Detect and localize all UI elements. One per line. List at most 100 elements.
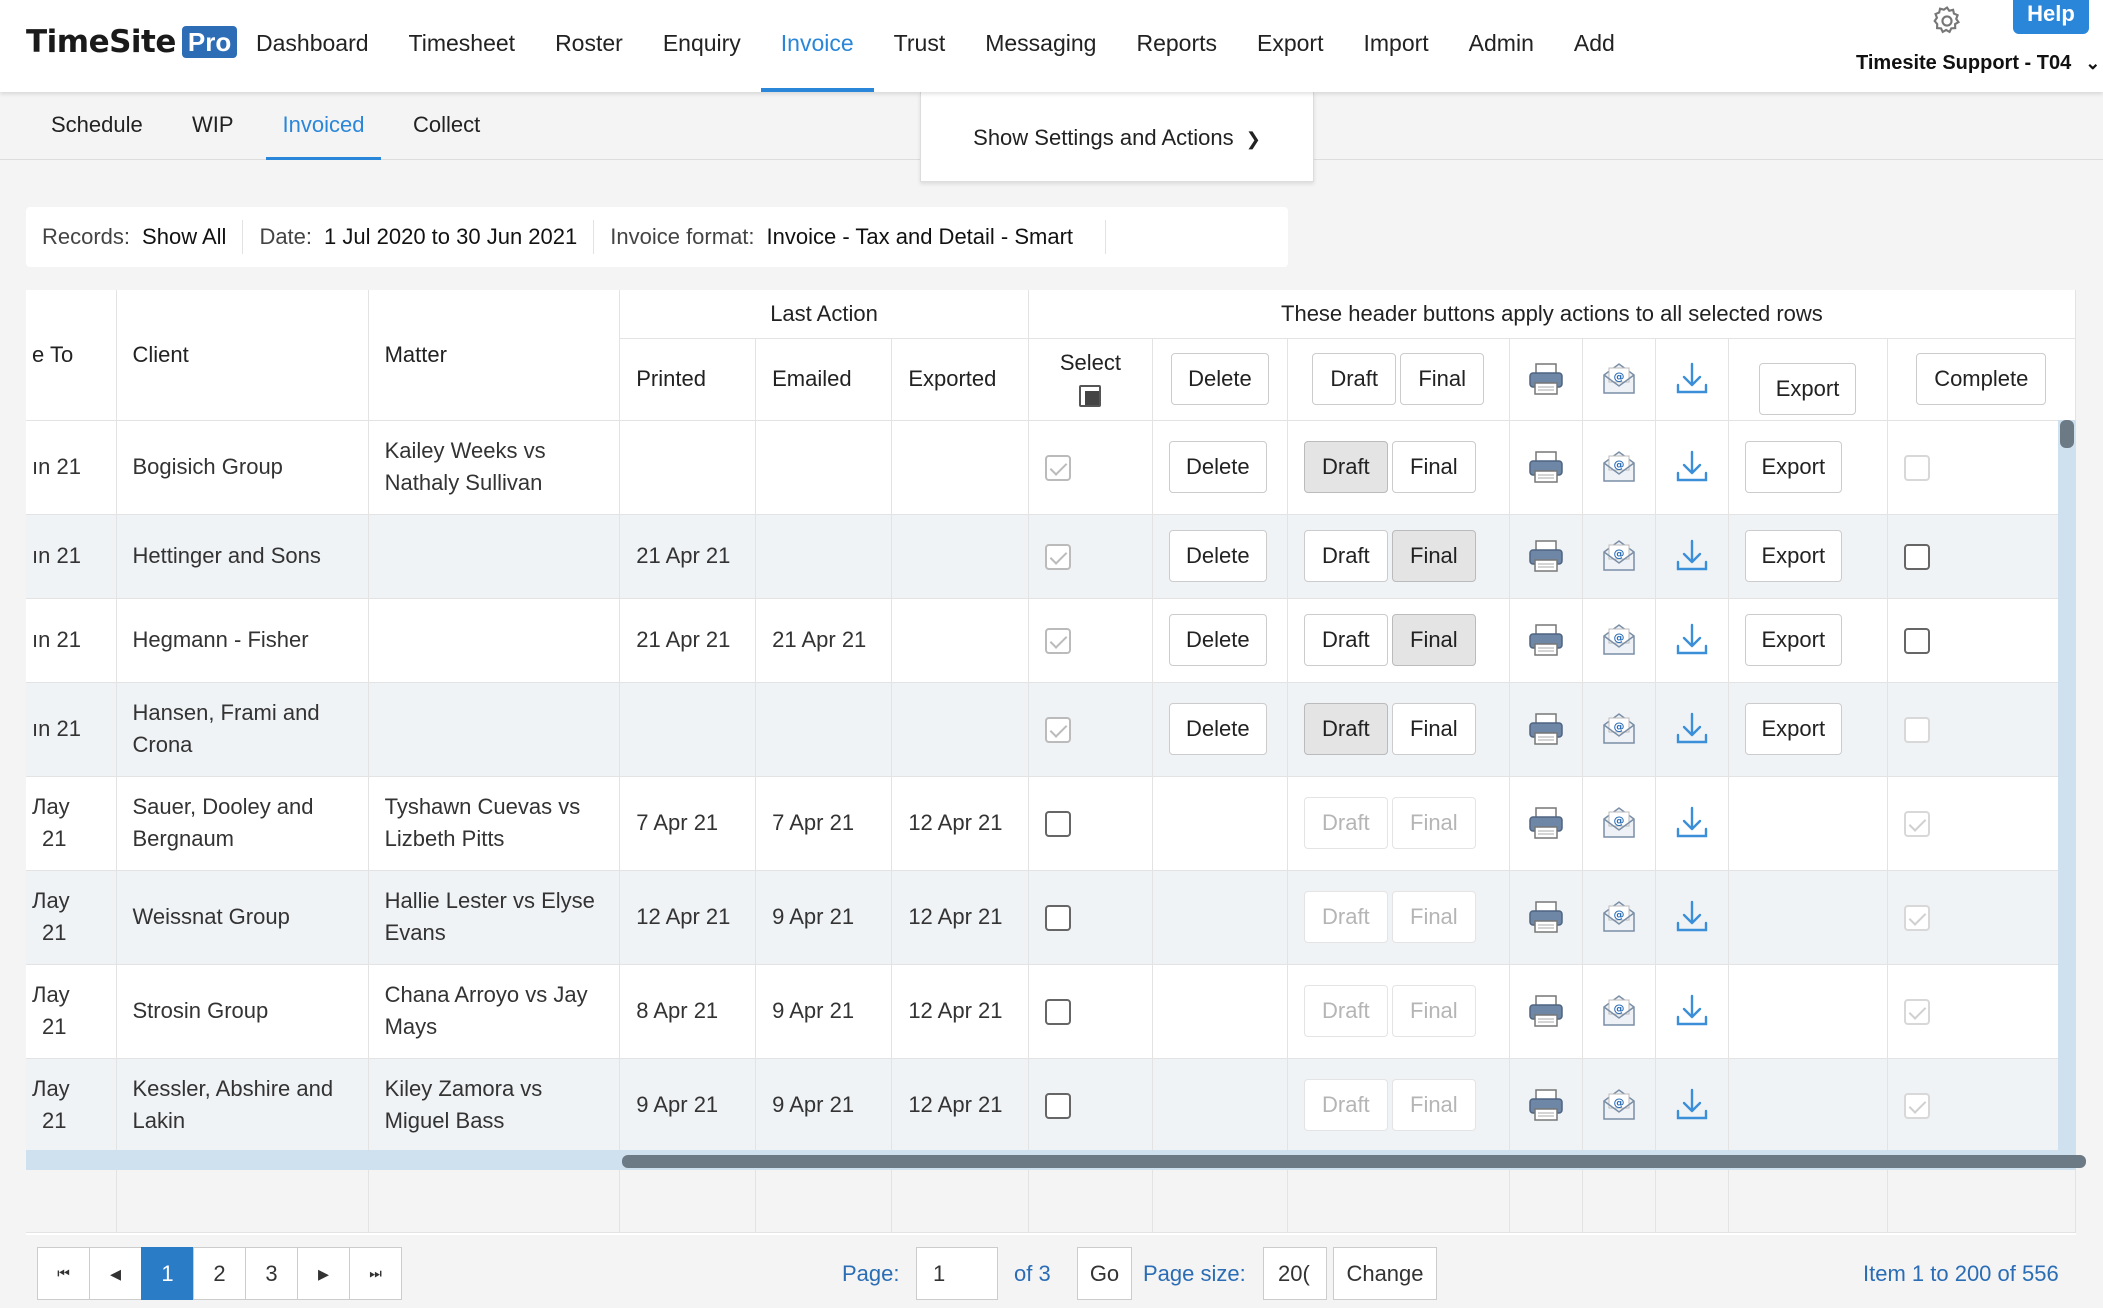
final-button[interactable]: Final — [1391, 614, 1476, 666]
gear-icon[interactable] — [1930, 4, 1964, 38]
page-button-2[interactable]: 2 — [193, 1247, 246, 1300]
row-select-checkbox[interactable] — [1044, 999, 1071, 1026]
nav-trust[interactable]: Trust — [874, 0, 966, 92]
draft-button[interactable]: Draft — [1303, 985, 1388, 1037]
nav-timesheet[interactable]: Timesheet — [389, 0, 536, 92]
col-exported[interactable]: Exported — [891, 338, 1029, 421]
download-icon[interactable] — [1672, 1088, 1712, 1120]
header-delete-button[interactable]: Delete — [1171, 353, 1269, 405]
horizontal-scrollbar[interactable] — [26, 1150, 2086, 1170]
delete-button[interactable]: Delete — [1169, 703, 1267, 755]
export-button[interactable]: Export — [1744, 530, 1843, 582]
row-select-checkbox[interactable] — [1044, 544, 1071, 571]
row-select-checkbox[interactable] — [1044, 628, 1071, 655]
final-button[interactable]: Final — [1391, 797, 1476, 849]
col-client[interactable]: Client — [116, 290, 369, 421]
table-row[interactable]: ın 21 Hegmann - Fisher 21 Apr 21 21 Apr 21 D… — [26, 598, 2076, 683]
email-icon[interactable]: @ — [1599, 624, 1639, 655]
download-icon[interactable] — [1672, 994, 1712, 1026]
download-icon[interactable] — [1672, 712, 1712, 744]
nav-dashboard[interactable]: Dashboard — [236, 0, 389, 92]
printer-icon[interactable] — [1526, 1089, 1566, 1121]
header-export-button[interactable]: Export — [1758, 363, 1857, 415]
last-page-button[interactable]: ⏭ — [349, 1247, 402, 1300]
printer-icon[interactable] — [1526, 807, 1566, 839]
complete-checkbox[interactable] — [1903, 999, 1930, 1026]
email-icon[interactable]: @ — [1599, 995, 1639, 1026]
tab-collect[interactable]: Collect — [413, 92, 480, 160]
final-button[interactable]: Final — [1391, 530, 1476, 582]
col-matter[interactable]: Matter — [368, 290, 621, 421]
delete-button[interactable]: Delete — [1169, 530, 1267, 582]
date-filter[interactable]: Date: 1 Jul 2020 to 30 Jun 2021 — [243, 220, 595, 254]
horizontal-scroll-thumb[interactable] — [622, 1155, 2086, 1168]
row-select-checkbox[interactable] — [1044, 455, 1071, 482]
header-draft-button[interactable]: Draft — [1312, 353, 1397, 405]
draft-button[interactable]: Draft — [1303, 1079, 1388, 1131]
records-filter[interactable]: Records: Show All — [26, 220, 244, 254]
complete-checkbox[interactable] — [1903, 905, 1930, 932]
email-icon[interactable]: @ — [1599, 540, 1639, 571]
printer-icon[interactable] — [1526, 995, 1566, 1027]
draft-button[interactable]: Draft — [1303, 441, 1388, 493]
col-printed[interactable]: Printed — [619, 338, 757, 421]
printer-icon[interactable] — [1526, 540, 1566, 572]
col-date-to[interactable]: e To — [26, 290, 117, 421]
header-final-button[interactable]: Final — [1400, 353, 1485, 405]
nav-export[interactable]: Export — [1237, 0, 1343, 92]
delete-button[interactable]: Delete — [1169, 614, 1267, 666]
nav-admin[interactable]: Admin — [1449, 0, 1554, 92]
email-icon[interactable]: @ — [1599, 901, 1639, 932]
user-menu[interactable]: Timesite Support - T04 ⌄ — [1856, 52, 2100, 75]
tab-wip[interactable]: WIP — [192, 92, 234, 160]
nav-import[interactable]: Import — [1343, 0, 1448, 92]
email-icon[interactable]: @ — [1599, 451, 1639, 482]
final-button[interactable]: Final — [1391, 441, 1476, 493]
first-page-button[interactable]: ⏮ — [37, 1247, 90, 1300]
row-select-checkbox[interactable] — [1044, 905, 1071, 932]
delete-button[interactable]: Delete — [1169, 441, 1267, 493]
nav-invoice[interactable]: Invoice — [760, 0, 874, 92]
complete-checkbox[interactable] — [1903, 628, 1930, 655]
tab-schedule[interactable]: Schedule — [51, 92, 143, 160]
nav-add[interactable]: Add — [1554, 0, 1635, 92]
nav-reports[interactable]: Reports — [1116, 0, 1237, 92]
table-row[interactable]: Лay 21 Kessler, Abshire and Lakin Kiley Za… — [26, 1058, 2076, 1153]
complete-checkbox[interactable] — [1903, 717, 1930, 744]
final-button[interactable]: Final — [1391, 985, 1476, 1037]
printer-icon[interactable] — [1526, 901, 1566, 933]
download-icon[interactable] — [1672, 623, 1712, 655]
export-button[interactable]: Export — [1744, 441, 1843, 493]
vertical-scroll-thumb[interactable] — [2060, 420, 2074, 448]
row-select-checkbox[interactable] — [1044, 811, 1071, 838]
col-emailed[interactable]: Emailed — [755, 338, 893, 421]
export-button[interactable]: Export — [1744, 614, 1843, 666]
select-all-checkbox[interactable] — [1079, 385, 1102, 408]
printer-icon[interactable] — [1526, 451, 1566, 483]
page-size-input[interactable]: 20( — [1263, 1247, 1327, 1300]
app-logo[interactable]: TimeSite Pro — [26, 24, 238, 60]
nav-messaging[interactable]: Messaging — [965, 0, 1116, 92]
go-button[interactable]: Go — [1077, 1247, 1132, 1300]
complete-checkbox[interactable] — [1903, 455, 1930, 482]
table-row[interactable]: Лay 21 Weissnat Group Hallie Lester vs Ely… — [26, 870, 2076, 965]
final-button[interactable]: Final — [1391, 1079, 1476, 1131]
header-print-icon[interactable] — [1526, 363, 1566, 395]
prev-page-button[interactable]: ◂ — [89, 1247, 142, 1300]
printer-icon[interactable] — [1526, 713, 1566, 745]
invoice-format-filter[interactable]: Invoice format: Invoice - Tax and Detail … — [594, 220, 1107, 254]
page-button-3[interactable]: 3 — [245, 1247, 298, 1300]
nav-roster[interactable]: Roster — [535, 0, 643, 92]
download-icon[interactable] — [1672, 806, 1712, 838]
draft-button[interactable]: Draft — [1303, 703, 1388, 755]
table-row[interactable]: Лay 21 Sauer, Dooley and Bergnaum Tyshawn … — [26, 776, 2076, 871]
tab-invoiced[interactable]: Invoiced — [266, 92, 381, 160]
page-input[interactable]: 1 — [916, 1247, 998, 1300]
final-button[interactable]: Final — [1391, 891, 1476, 943]
header-download-icon[interactable] — [1672, 362, 1712, 394]
table-row[interactable]: ın 21 Hettinger and Sons 21 Apr 21 Delete Dr… — [26, 514, 2076, 599]
email-icon[interactable]: @ — [1599, 1089, 1639, 1120]
header-email-icon[interactable]: @ — [1599, 363, 1639, 394]
email-icon[interactable]: @ — [1599, 713, 1639, 744]
next-page-button[interactable]: ▸ — [297, 1247, 350, 1300]
